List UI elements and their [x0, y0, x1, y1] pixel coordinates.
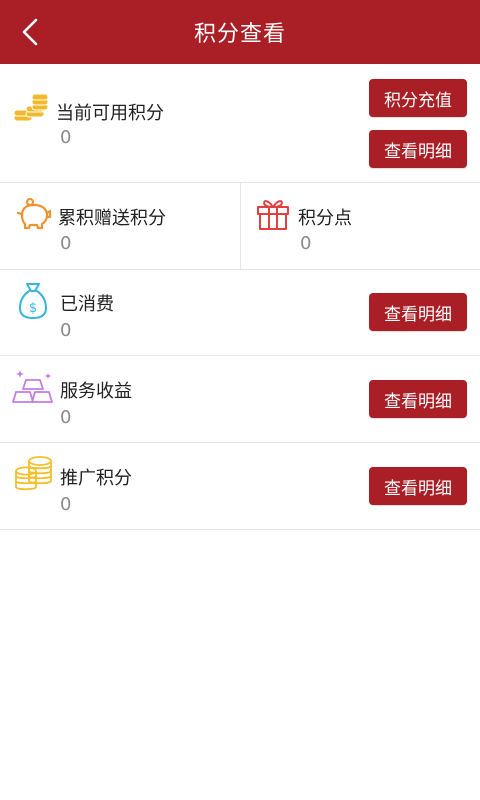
service-income-value: 0: [60, 407, 72, 428]
promotion-points-value: 0: [60, 494, 72, 515]
money-bag-icon: $: [19, 283, 47, 319]
promotion-points-section: 推广积分 0 查看明细: [0, 443, 480, 530]
back-button[interactable]: [8, 10, 52, 54]
piggy-bank-icon: [16, 197, 52, 230]
consumed-detail-button[interactable]: 查看明细: [369, 293, 467, 331]
split-points-section: 累积赠送积分 0 积分点 0: [0, 183, 480, 270]
current-points-label: 当前可用积分: [56, 103, 164, 124]
gift-points-label: 累积赠送积分: [58, 208, 166, 229]
gift-points-value: 0: [60, 233, 72, 254]
gold-bars-icon: [12, 370, 53, 403]
consumed-value: 0: [60, 320, 72, 341]
current-points-section: 当前可用积分 0 积分充值 查看明细: [0, 64, 480, 183]
consumed-label: 已消费: [60, 294, 114, 315]
points-spot-label: 积分点: [298, 208, 352, 229]
svg-text:$: $: [29, 301, 37, 316]
gift-box-icon: [257, 200, 289, 230]
coins-stack-icon: [13, 94, 49, 122]
service-income-section: 服务收益 0 查看明细: [0, 356, 480, 443]
promotion-points-detail-button[interactable]: 查看明细: [369, 467, 467, 505]
service-income-label: 服务收益: [60, 381, 132, 402]
coin-stacks-icon: [15, 456, 52, 491]
promotion-points-label: 推广积分: [60, 468, 132, 489]
points-spot-value: 0: [300, 233, 312, 254]
recharge-button[interactable]: 积分充值: [369, 79, 467, 117]
service-income-detail-button[interactable]: 查看明细: [369, 380, 467, 418]
top-bar: 积分查看: [0, 0, 480, 64]
consumed-section: $ 已消费 0 查看明细: [0, 270, 480, 356]
current-points-value: 0: [60, 127, 72, 148]
vertical-divider: [240, 183, 241, 269]
current-points-detail-button[interactable]: 查看明细: [369, 130, 467, 168]
chevron-left-icon: [22, 18, 38, 46]
page-title: 积分查看: [193, 22, 286, 47]
